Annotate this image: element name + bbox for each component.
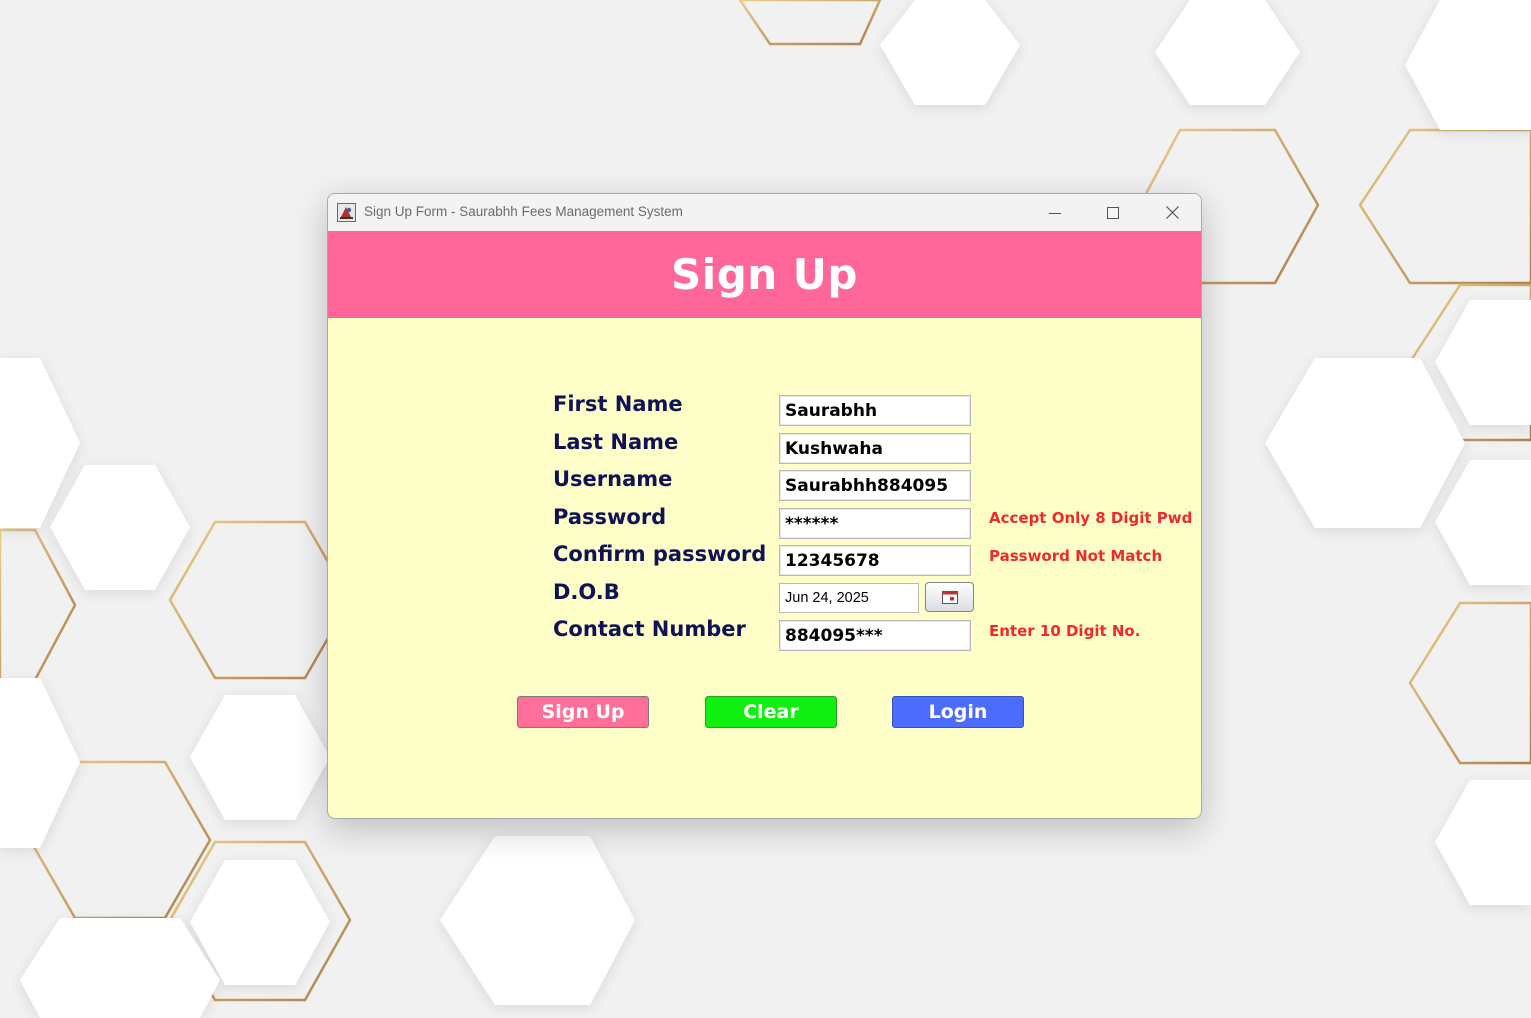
last-name-field[interactable]: Kushwaha [779, 433, 971, 464]
password-error-message: Accept Only 8 Digit Pwd [989, 509, 1193, 527]
login-button[interactable]: Login [892, 696, 1024, 728]
close-button[interactable] [1143, 194, 1201, 231]
password-label: Password [553, 505, 667, 529]
page-title: Sign Up [671, 250, 858, 299]
minimize-button[interactable] [1026, 194, 1084, 231]
username-label: Username [553, 467, 673, 491]
java-app-icon [337, 203, 356, 222]
minimize-icon [1049, 212, 1061, 214]
first-name-label: First Name [553, 392, 683, 416]
dob-date-field[interactable]: Jun 24, 2025 [779, 583, 919, 613]
signup-header: Sign Up [328, 231, 1201, 318]
close-icon [1165, 206, 1179, 219]
signup-window: Sign Up Form - Saurabhh Fees Management … [327, 193, 1202, 819]
confirm-password-field[interactable]: 12345678 [779, 545, 971, 576]
calendar-icon [941, 590, 958, 604]
date-picker-button[interactable] [925, 582, 974, 612]
maximize-button[interactable] [1084, 194, 1142, 231]
last-name-label: Last Name [553, 430, 679, 454]
contact-number-field[interactable]: 884095*** [779, 620, 971, 651]
confirm-password-error-message: Password Not Match [989, 547, 1163, 565]
contact-number-label: Contact Number [553, 617, 746, 641]
confirm-password-label: Confirm password [553, 542, 767, 566]
password-field[interactable]: ****** [779, 508, 971, 539]
username-field[interactable]: Saurabhh884095 [779, 470, 971, 501]
maximize-icon [1107, 206, 1119, 219]
sign-up-button[interactable]: Sign Up [517, 696, 649, 728]
dob-label: D.O.B [553, 580, 620, 604]
first-name-field[interactable]: Saurabhh [779, 395, 971, 426]
contact-number-error-message: Enter 10 Digit No. [989, 622, 1141, 640]
title-bar[interactable]: Sign Up Form - Saurabhh Fees Management … [328, 194, 1201, 232]
window-title: Sign Up Form - Saurabhh Fees Management … [364, 204, 683, 219]
clear-button[interactable]: Clear [705, 696, 837, 728]
